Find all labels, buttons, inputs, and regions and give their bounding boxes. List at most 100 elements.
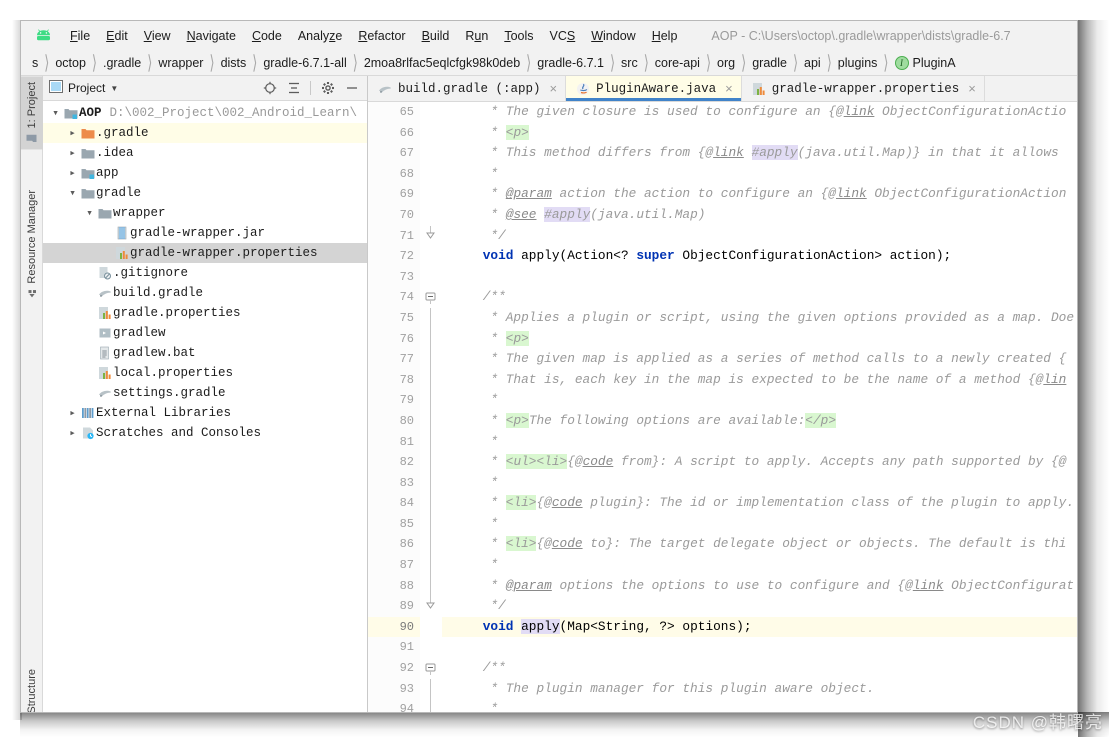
editor-gutter[interactable]: 6566676869707172737475767778798081828384… xyxy=(368,102,420,713)
gutter-line-number[interactable]: 81 xyxy=(368,432,420,453)
tree-row[interactable]: ▸gradle-wrapper.jar xyxy=(43,223,367,243)
tree-row[interactable]: ▸.gitignore xyxy=(43,263,367,283)
menu-item-navigate[interactable]: Navigate xyxy=(179,27,244,45)
menu-item-build[interactable]: Build xyxy=(414,27,458,45)
fold-gutter-cell[interactable] xyxy=(420,596,442,617)
gutter-line-number[interactable]: 74 xyxy=(368,287,420,308)
tree-row[interactable]: ▾wrapper xyxy=(43,203,367,223)
gutter-line-number[interactable]: 75 xyxy=(368,308,420,329)
gutter-line-number[interactable]: 92 xyxy=(368,658,420,679)
editor-code-column[interactable]: * The given closure is used to configure… xyxy=(442,102,1077,713)
project-panel-title-group[interactable]: Project ▼ xyxy=(49,80,118,96)
gutter-line-number[interactable]: 87 xyxy=(368,555,420,576)
fold-gutter-cell[interactable] xyxy=(420,102,442,123)
chevron-right-icon[interactable]: ▸ xyxy=(66,166,79,180)
fold-gutter-cell[interactable] xyxy=(420,370,442,391)
fold-gutter-cell[interactable] xyxy=(420,226,442,247)
locate-icon[interactable] xyxy=(262,81,277,96)
gutter-line-number[interactable]: 73 xyxy=(368,267,420,288)
fold-gutter-cell[interactable] xyxy=(420,184,442,205)
tree-row[interactable]: ▸.idea xyxy=(43,143,367,163)
gutter-line-number[interactable]: 89 xyxy=(368,596,420,617)
collapse-all-icon[interactable] xyxy=(286,81,301,96)
breadcrumb-item[interactable]: 2moa8rlfac5eqlcfgk98k0deb xyxy=(359,56,525,70)
menu-item-refactor[interactable]: Refactor xyxy=(350,27,413,45)
menu-item-file[interactable]: File xyxy=(62,27,98,45)
fold-gutter-cell[interactable] xyxy=(420,411,442,432)
gutter-line-number[interactable]: 83 xyxy=(368,473,420,494)
gutter-line-number[interactable]: 80 xyxy=(368,411,420,432)
breadcrumb-item[interactable]: .gradle xyxy=(98,56,146,70)
fold-gutter-cell[interactable] xyxy=(420,576,442,597)
menu-item-help[interactable]: Help xyxy=(644,27,686,45)
fold-gutter-cell[interactable] xyxy=(420,143,442,164)
tree-row[interactable]: ▾gradle xyxy=(43,183,367,203)
fold-start-icon[interactable] xyxy=(425,662,436,680)
tree-row[interactable]: ▸.gradle xyxy=(43,123,367,143)
fold-gutter-cell[interactable] xyxy=(420,308,442,329)
tree-row[interactable]: ▸build.gradle xyxy=(43,283,367,303)
gutter-line-number[interactable]: 91 xyxy=(368,637,420,658)
breadcrumb-item[interactable]: org xyxy=(712,56,740,70)
menu-item-analyze[interactable]: Analyze xyxy=(290,27,350,45)
chevron-right-icon[interactable]: ▸ xyxy=(66,146,79,160)
close-icon[interactable]: × xyxy=(968,81,976,96)
editor-tab[interactable]: gradle-wrapper.properties× xyxy=(742,76,985,101)
breadcrumb-item[interactable]: wrapper xyxy=(153,56,208,70)
tree-row[interactable]: ▸app xyxy=(43,163,367,183)
breadcrumb-item[interactable]: octop xyxy=(50,56,91,70)
fold-gutter-cell[interactable] xyxy=(420,349,442,370)
menu-item-vcs[interactable]: VCS xyxy=(542,27,584,45)
gutter-line-number[interactable]: 68 xyxy=(368,164,420,185)
sidebar-item-project[interactable]: 1: Project xyxy=(21,76,43,149)
fold-gutter-cell[interactable] xyxy=(420,329,442,350)
fold-gutter-cell[interactable] xyxy=(420,164,442,185)
minimize-icon[interactable] xyxy=(344,81,359,96)
gutter-line-number[interactable]: 66 xyxy=(368,123,420,144)
fold-gutter-cell[interactable] xyxy=(420,287,442,308)
fold-gutter-cell[interactable] xyxy=(420,246,442,267)
gutter-line-number[interactable]: 90 xyxy=(368,617,420,638)
menu-item-window[interactable]: Window xyxy=(583,27,643,45)
tree-row[interactable]: ▸External Libraries xyxy=(43,403,367,423)
editor-fold-column[interactable] xyxy=(420,102,442,713)
tree-row[interactable]: ▸settings.gradle xyxy=(43,383,367,403)
chevron-down-icon[interactable]: ▾ xyxy=(83,206,96,220)
gutter-line-number[interactable]: 93 xyxy=(368,679,420,700)
fold-gutter-cell[interactable] xyxy=(420,452,442,473)
breadcrumb-item[interactable]: gradle-6.7.1-all xyxy=(258,56,351,70)
gutter-line-number[interactable]: 86 xyxy=(368,534,420,555)
fold-gutter-cell[interactable] xyxy=(420,390,442,411)
tree-row[interactable]: ▸Scratches and Consoles xyxy=(43,423,367,443)
chevron-right-icon[interactable]: ▸ xyxy=(66,126,79,140)
menu-item-edit[interactable]: Edit xyxy=(98,27,136,45)
fold-gutter-cell[interactable] xyxy=(420,617,442,638)
breadcrumb-item[interactable]: plugins xyxy=(833,56,883,70)
editor-tab[interactable]: build.gradle (:app)× xyxy=(368,76,566,101)
fold-gutter-cell[interactable] xyxy=(420,432,442,453)
fold-gutter-cell[interactable] xyxy=(420,473,442,494)
sidebar-item-structure[interactable]: Structure xyxy=(21,663,43,713)
breadcrumb-item[interactable]: gradle xyxy=(747,56,792,70)
close-icon[interactable]: × xyxy=(550,81,558,96)
gutter-line-number[interactable]: 69 xyxy=(368,184,420,205)
sidebar-item-resource-manager[interactable]: Resource Manager xyxy=(21,184,43,305)
fold-gutter-cell[interactable] xyxy=(420,679,442,700)
menu-item-run[interactable]: Run xyxy=(457,27,496,45)
gutter-line-number[interactable]: 77 xyxy=(368,349,420,370)
fold-gutter-cell[interactable] xyxy=(420,267,442,288)
fold-gutter-cell[interactable] xyxy=(420,205,442,226)
fold-end-icon[interactable] xyxy=(425,226,436,247)
fold-gutter-cell[interactable] xyxy=(420,493,442,514)
tree-row[interactable]: ▸gradlew xyxy=(43,323,367,343)
breadcrumb-item[interactable]: gradle-6.7.1 xyxy=(532,56,609,70)
fold-end-icon[interactable] xyxy=(425,596,436,617)
gutter-line-number[interactable]: 82 xyxy=(368,452,420,473)
fold-gutter-cell[interactable] xyxy=(420,555,442,576)
editor-tab[interactable]: PluginAware.java× xyxy=(566,76,742,101)
breadcrumb-item[interactable]: dists xyxy=(216,56,252,70)
gutter-line-number[interactable]: 65 xyxy=(368,102,420,123)
chevron-right-icon[interactable]: ▸ xyxy=(66,406,79,420)
menu-item-tools[interactable]: Tools xyxy=(496,27,541,45)
gutter-line-number[interactable]: 79 xyxy=(368,390,420,411)
